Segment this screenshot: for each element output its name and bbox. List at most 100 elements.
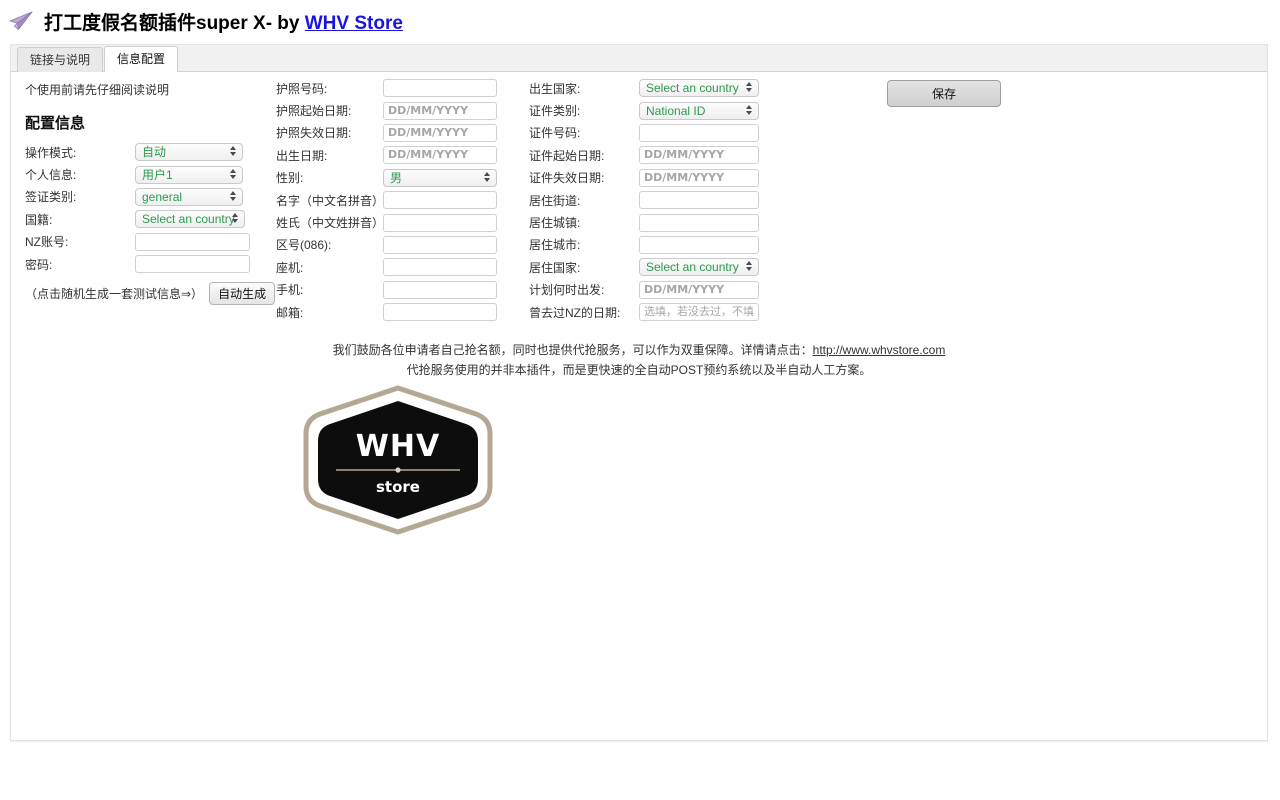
chevron-updown-icon bbox=[230, 146, 237, 158]
label-landline: 座机: bbox=[276, 260, 304, 275]
whv-store-logo-graphic: WHV store bbox=[303, 385, 493, 535]
chevron-updown-icon bbox=[746, 261, 753, 273]
select-operation-mode[interactable]: 自动 bbox=[135, 143, 243, 162]
select-personal-info-value: 用户1 bbox=[142, 167, 173, 182]
select-gender[interactable]: 男 bbox=[383, 168, 497, 187]
chevron-updown-icon bbox=[484, 171, 491, 184]
field-row-birth-date: 出生日期: bbox=[276, 144, 497, 166]
tab-links-and-instructions[interactable]: 链接与说明 bbox=[17, 47, 104, 72]
input-residence-city[interactable] bbox=[639, 235, 759, 254]
input-residence-town[interactable] bbox=[639, 213, 759, 232]
field-row-previous-nz-visit: 曾去过NZ的日期: bbox=[529, 301, 759, 323]
paper-plane-icon bbox=[9, 11, 33, 30]
input-given-name[interactable] bbox=[383, 191, 497, 210]
input-id-issue-date[interactable] bbox=[639, 146, 759, 165]
label-birth-date: 出生日期: bbox=[276, 148, 328, 163]
label-family-name: 姓氏（中文姓拼音）: bbox=[276, 216, 388, 231]
field-row-operation-mode: 操作模式: 自动 bbox=[25, 141, 275, 163]
whv-store-link[interactable]: WHV Store bbox=[305, 13, 403, 34]
label-email: 邮箱: bbox=[276, 305, 304, 320]
label-visa-type: 签证类别: bbox=[25, 190, 77, 205]
label-password: 密码: bbox=[25, 257, 53, 272]
promo-text: 我们鼓励各位申请者自己抢名额，同时也提供代抢服务，可以作为双重保障。详情请点击：… bbox=[11, 340, 1267, 380]
field-row-passport-expiry-date: 护照失效日期: bbox=[276, 122, 497, 144]
select-residence-country[interactable]: Select an country bbox=[639, 258, 759, 277]
input-area-code[interactable] bbox=[383, 235, 497, 254]
label-personal-info: 个人信息: bbox=[25, 168, 77, 183]
input-passport-expiry-date[interactable] bbox=[383, 123, 497, 142]
select-nationality[interactable]: Select an country bbox=[135, 210, 245, 229]
input-id-number[interactable] bbox=[639, 123, 759, 142]
label-mobile: 手机: bbox=[276, 283, 304, 298]
save-button[interactable]: 保存 bbox=[887, 80, 1001, 107]
whv-store-logo: WHV store bbox=[298, 384, 498, 536]
input-planned-departure[interactable] bbox=[639, 280, 759, 299]
label-nz-account: NZ账号: bbox=[25, 235, 69, 250]
config-section: 配置信息 操作模式: 自动 个人信息: 用户1 签证类别: general 国籍… bbox=[25, 112, 276, 306]
tab-bar: 链接与说明 信息配置 bbox=[11, 45, 1267, 72]
tab-info-config[interactable]: 信息配置 bbox=[104, 46, 179, 72]
select-visa-type-value: general bbox=[142, 189, 183, 204]
chevron-updown-icon bbox=[232, 213, 239, 225]
label-planned-departure: 计划何时出发: bbox=[529, 283, 605, 298]
auto-generate-button[interactable]: 自动生成 bbox=[209, 282, 276, 306]
identity-residence-section: 出生国家: Select an country 证件类别: National I… bbox=[529, 77, 759, 323]
chevron-updown-icon bbox=[230, 190, 237, 203]
intro-note: 个使用前请先仔细阅读说明 bbox=[25, 83, 170, 97]
input-previous-nz-visit[interactable] bbox=[639, 303, 759, 322]
field-row-given-name: 名字（中文名拼音）: bbox=[276, 189, 497, 211]
input-mobile[interactable] bbox=[383, 280, 497, 299]
whvstore-url-link[interactable]: http://www.whvstore.com bbox=[813, 343, 946, 357]
select-personal-info[interactable]: 用户1 bbox=[135, 165, 243, 184]
select-residence-country-value: Select an country bbox=[646, 260, 739, 275]
label-area-code: 区号(086): bbox=[276, 238, 332, 253]
label-passport-expiry-date: 护照失效日期: bbox=[276, 126, 352, 141]
tab-content-info-config: 个使用前请先仔细阅读说明 配置信息 操作模式: 自动 个人信息: 用户1 签证类… bbox=[11, 72, 1267, 741]
field-row-passport-number: 护照号码: bbox=[276, 77, 497, 99]
select-id-type[interactable]: National ID bbox=[639, 101, 759, 120]
select-birth-country[interactable]: Select an country bbox=[639, 79, 759, 98]
field-row-passport-issue-date: 护照起始日期: bbox=[276, 99, 497, 121]
field-row-personal-info: 个人信息: 用户1 bbox=[25, 163, 275, 185]
field-row-residence-city: 居住城市: bbox=[529, 234, 759, 256]
field-row-email: 邮箱: bbox=[276, 301, 497, 323]
label-id-type: 证件类别: bbox=[529, 104, 581, 119]
field-row-mobile: 手机: bbox=[276, 279, 497, 301]
field-row-planned-departure: 计划何时出发: bbox=[529, 279, 759, 301]
passport-personal-section: 护照号码: 护照起始日期: 护照失效日期: 出生日期: 性别: 男 bbox=[276, 77, 497, 323]
input-residence-street[interactable] bbox=[639, 191, 759, 210]
page-header: 打工度假名额插件super X- by WHV Store bbox=[0, 0, 1280, 42]
label-passport-issue-date: 护照起始日期: bbox=[276, 104, 352, 119]
input-birth-date[interactable] bbox=[383, 146, 497, 165]
field-row-nz-account: NZ账号: bbox=[25, 231, 275, 253]
generate-note: （点击随机生成一套测试信息⇒） bbox=[25, 287, 204, 302]
input-nz-account[interactable] bbox=[135, 232, 250, 251]
field-row-family-name: 姓氏（中文姓拼音）: bbox=[276, 211, 497, 233]
label-nationality: 国籍: bbox=[25, 212, 53, 227]
field-row-residence-town: 居住城镇: bbox=[529, 211, 759, 233]
field-row-password: 密码: bbox=[25, 253, 275, 275]
input-id-expiry-date[interactable] bbox=[639, 168, 759, 187]
input-passport-number[interactable] bbox=[383, 79, 497, 98]
field-row-residence-country: 居住国家: Select an country bbox=[529, 256, 759, 278]
input-family-name[interactable] bbox=[383, 213, 497, 232]
page-title: 打工度假名额插件super X- by WHV Store bbox=[44, 8, 403, 35]
chevron-updown-icon bbox=[746, 82, 753, 94]
input-email[interactable] bbox=[383, 303, 497, 322]
page-title-text: 打工度假名额插件super X- by bbox=[44, 12, 305, 34]
input-passport-issue-date[interactable] bbox=[383, 101, 497, 120]
input-password[interactable] bbox=[135, 255, 250, 274]
field-row-birth-country: 出生国家: Select an country bbox=[529, 77, 759, 99]
input-landline[interactable] bbox=[383, 258, 497, 277]
chevron-updown-icon bbox=[230, 168, 237, 181]
promo-line1-text: 我们鼓励各位申请者自己抢名额，同时也提供代抢服务，可以作为双重保障。详情请点击： bbox=[332, 343, 813, 357]
select-visa-type[interactable]: general bbox=[135, 187, 243, 206]
label-birth-country: 出生国家: bbox=[529, 81, 581, 96]
field-row-id-issue-date: 证件起始日期: bbox=[529, 144, 759, 166]
section-title: 配置信息 bbox=[25, 115, 86, 132]
label-residence-city: 居住城市: bbox=[529, 238, 581, 253]
select-birth-country-value: Select an country bbox=[646, 81, 739, 96]
label-passport-number: 护照号码: bbox=[276, 81, 328, 96]
label-previous-nz-visit: 曾去过NZ的日期: bbox=[529, 305, 621, 320]
select-operation-mode-value: 自动 bbox=[142, 145, 167, 160]
